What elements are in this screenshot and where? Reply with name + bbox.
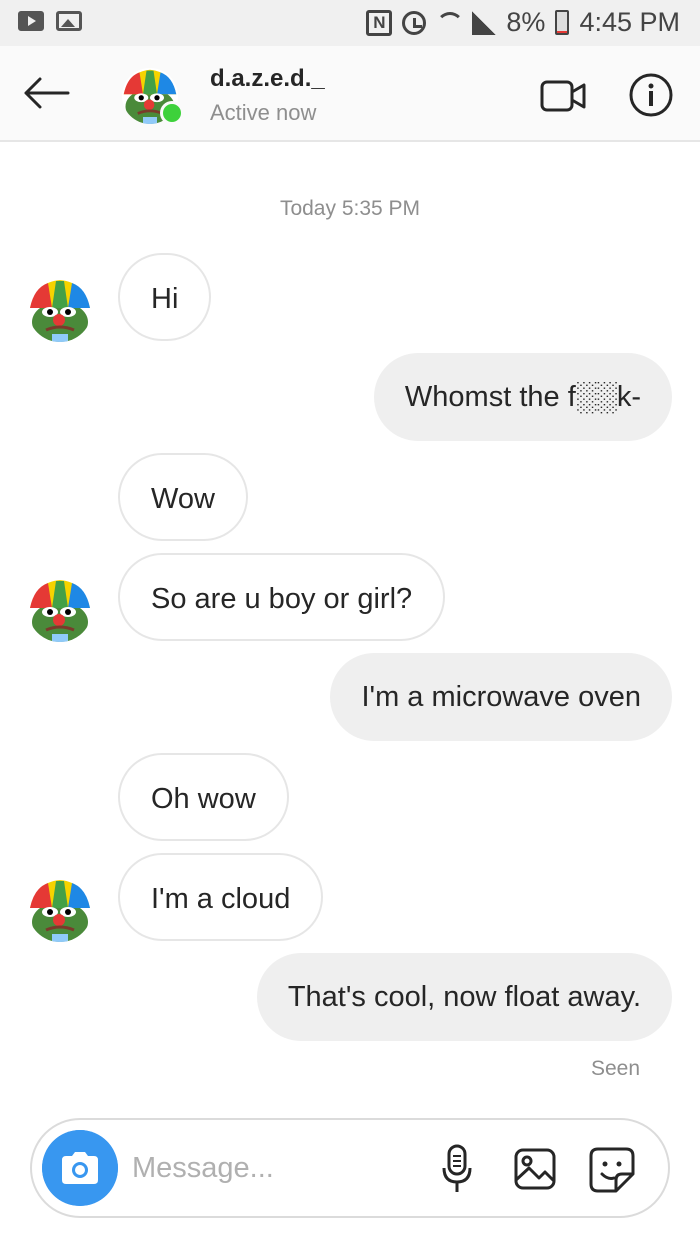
chat-header: d.a.z.e.d._ Active now (0, 46, 700, 142)
sender-avatar[interactable] (28, 578, 92, 642)
message-incoming[interactable]: Oh wow (118, 753, 289, 841)
active-status: Active now (210, 100, 317, 125)
chat-username[interactable]: d.a.z.e.d._ (210, 65, 325, 93)
message-incoming[interactable]: So are u boy or girl? (118, 553, 446, 641)
message-incoming[interactable]: Hi (118, 253, 212, 341)
wifi-icon (436, 10, 465, 36)
online-status-dot (160, 101, 184, 125)
message-outgoing[interactable]: Whomst the f░░k- (373, 353, 672, 441)
thread-timestamp: Today 5:35 PM (279, 197, 421, 220)
battery-percent: 8% (506, 7, 546, 37)
nfc-icon: N (366, 9, 393, 36)
battery-icon (555, 10, 570, 35)
message-incoming[interactable]: Wow (118, 453, 248, 541)
image-icon[interactable] (514, 1148, 556, 1190)
alarm-icon (402, 10, 427, 35)
sticker-icon[interactable] (588, 1146, 636, 1194)
status-bar: N 8% 4:45 PM (0, 0, 700, 46)
seen-receipt: Seen (590, 1057, 640, 1080)
sender-avatar[interactable] (28, 878, 92, 942)
microphone-icon[interactable] (442, 1144, 472, 1194)
message-input[interactable] (132, 1146, 412, 1190)
back-arrow-icon[interactable] (22, 76, 70, 110)
message-incoming[interactable]: I'm a cloud (118, 853, 324, 941)
sender-avatar[interactable] (28, 278, 92, 342)
message-outgoing[interactable]: I'm a microwave oven (330, 653, 672, 741)
video-call-icon[interactable] (540, 80, 586, 112)
clock: 4:45 PM (579, 7, 680, 37)
camera-icon[interactable] (42, 1130, 118, 1206)
youtube-icon (18, 11, 44, 31)
message-outgoing[interactable]: That's cool, now float away. (256, 953, 672, 1041)
signal-icon (472, 10, 497, 35)
info-icon[interactable] (628, 72, 674, 118)
message-composer (30, 1118, 670, 1218)
gallery-notification-icon (56, 11, 82, 31)
